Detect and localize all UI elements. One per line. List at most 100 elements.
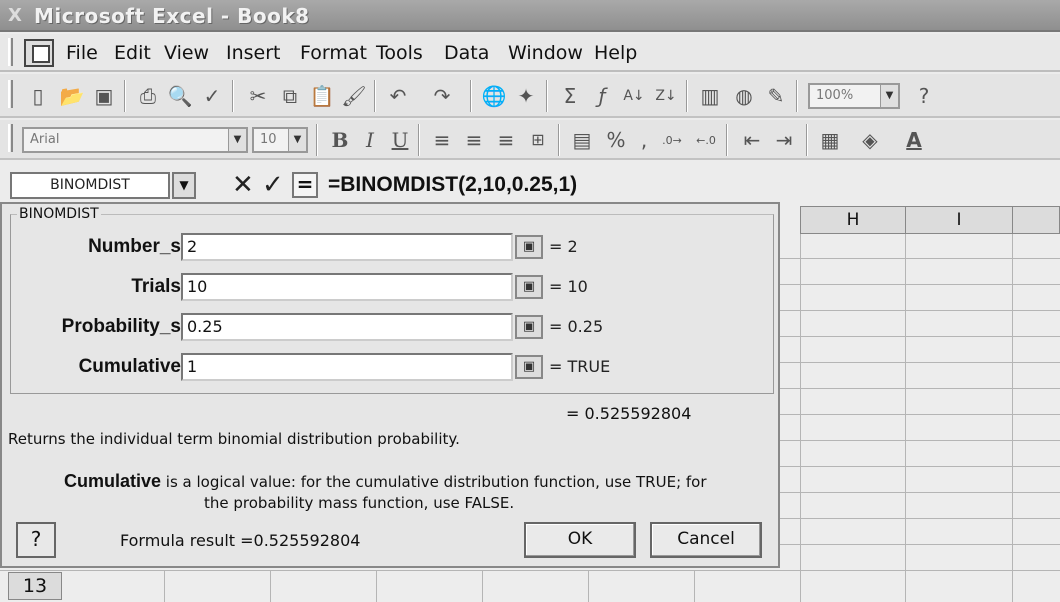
copy-icon[interactable]: ⧉ — [276, 82, 304, 110]
enter-entry-icon[interactable]: ✓ — [262, 170, 284, 200]
menu-format[interactable]: Format — [300, 42, 367, 64]
menu-view[interactable]: View — [164, 42, 209, 64]
underline-icon[interactable]: U — [386, 126, 414, 154]
menu-grip[interactable] — [8, 38, 13, 66]
arg-result-number-s: = 2 — [549, 237, 578, 256]
row-header-13[interactable]: 13 — [8, 572, 62, 600]
menu-window[interactable]: Window — [508, 42, 583, 64]
arg-result-probability-s: = 0.25 — [549, 317, 604, 336]
bold-icon[interactable]: B — [326, 126, 354, 154]
standard-toolbar: ▯ 📂 ▣ ⎙ 🔍 ✓ ✂ ⧉ 📋 🖌 ↶ ↷ 🌐 ✦ Σ ƒ A↓ Z↓ ▥ … — [0, 74, 1060, 118]
new-icon[interactable]: ▯ — [24, 82, 52, 110]
arguments-group: BINOMDIST Number_s 2 ▣ = 2 Trials 10 ▣ =… — [10, 205, 774, 394]
menu-insert[interactable]: Insert — [226, 42, 281, 64]
number-s-input[interactable]: 2 — [181, 233, 513, 261]
currency-icon[interactable]: ▤ — [568, 126, 596, 154]
cancel-button[interactable]: Cancel — [650, 522, 762, 558]
chart-wizard-icon[interactable]: ▥ — [696, 82, 724, 110]
excel-logo-icon: X — [8, 5, 22, 26]
increase-indent-icon[interactable]: ⇥ — [770, 126, 798, 154]
name-box[interactable]: BINOMDIST — [10, 172, 170, 199]
formatting-toolbar: Arial ▼ 10 ▼ B I U ≡ ≡ ≡ ⊞ ▤ % , .0→ ←.0 ⇤… — [0, 120, 1060, 160]
open-icon[interactable]: 📂 — [58, 82, 86, 110]
sort-ascending-icon[interactable]: A↓ — [620, 82, 648, 110]
decrease-decimal-icon[interactable]: ←.0 — [692, 126, 720, 154]
name-box-dropdown-icon[interactable]: ▼ — [172, 172, 196, 199]
cut-icon[interactable]: ✂ — [244, 82, 272, 110]
spelling-icon[interactable]: ✓ — [198, 82, 226, 110]
decrease-indent-icon[interactable]: ⇤ — [738, 126, 766, 154]
column-header-i[interactable]: I — [905, 206, 1013, 234]
workbook-icon[interactable] — [24, 39, 54, 67]
argument-help-name: Cumulative — [64, 471, 162, 491]
cancel-entry-icon[interactable]: ✕ — [232, 170, 254, 200]
function-result: = 0.525592804 — [566, 404, 692, 423]
menu-file[interactable]: File — [66, 42, 98, 64]
paste-function-icon[interactable]: ƒ — [588, 82, 616, 110]
probability-s-input[interactable]: 0.25 — [181, 313, 513, 341]
function-arguments-dialog: BINOMDIST Number_s 2 ▣ = 2 Trials 10 ▣ =… — [0, 202, 780, 568]
percent-style-icon[interactable]: % — [602, 126, 630, 154]
help-button[interactable]: ? — [16, 522, 56, 558]
sort-descending-icon[interactable]: Z↓ — [652, 82, 680, 110]
arg-result-cumulative: = TRUE — [549, 357, 611, 376]
formula-result: Formula result =0.525592804 — [120, 531, 361, 550]
print-icon[interactable]: ⎙ — [134, 82, 162, 110]
map-icon[interactable]: ◍ — [730, 82, 758, 110]
edit-formula-button[interactable]: = — [292, 172, 318, 198]
argument-help-text: is a logical value: for the cumulative d… — [161, 473, 707, 491]
collapse-dialog-icon[interactable]: ▣ — [515, 235, 543, 259]
collapse-dialog-icon[interactable]: ▣ — [515, 275, 543, 299]
formula-input[interactable]: =BINOMDIST(2,10,0.25,1) — [328, 171, 577, 199]
arg-label-cumulative: Cumulative — [78, 356, 181, 377]
office-assistant-icon[interactable]: ? — [910, 82, 938, 110]
paste-icon[interactable]: 📋 — [308, 82, 336, 110]
increase-decimal-icon[interactable]: .0→ — [658, 126, 686, 154]
comma-style-icon[interactable]: , — [630, 126, 658, 154]
autosum-icon[interactable]: Σ — [556, 82, 584, 110]
menu-data[interactable]: Data — [444, 42, 489, 64]
function-description: Returns the individual term binomial dis… — [8, 430, 460, 448]
arg-label-probability-s: Probability_s — [61, 316, 181, 337]
formula-bar: BINOMDIST ▼ ✕ ✓ = =BINOMDIST(2,10,0.25,1… — [0, 168, 1060, 202]
argument-help-line: Cumulative is a logical value: for the c… — [64, 470, 707, 493]
cumulative-input[interactable]: 1 — [181, 353, 513, 381]
collapse-dialog-icon[interactable]: ▣ — [515, 315, 543, 339]
title-bar: X Microsoft Excel - Book8 — [0, 0, 1060, 32]
print-preview-icon[interactable]: 🔍 — [166, 82, 194, 110]
borders-icon[interactable]: ▦ — [816, 126, 844, 154]
argument-help-text-continued: the probability mass function, use FALSE… — [204, 494, 515, 512]
menu-tools[interactable]: Tools — [376, 42, 423, 64]
arg-label-trials: Trials — [131, 276, 181, 297]
drawing-icon[interactable]: ✎ — [762, 82, 790, 110]
italic-icon[interactable]: I — [356, 126, 384, 154]
redo-icon[interactable]: ↷ — [428, 82, 456, 110]
column-header-h[interactable]: H — [800, 206, 906, 234]
zoom-select[interactable]: 100% ▼ — [808, 83, 900, 109]
save-icon[interactable]: ▣ — [90, 82, 118, 110]
ok-button[interactable]: OK — [524, 522, 636, 558]
web-toolbar-icon[interactable]: ✦ — [512, 82, 540, 110]
menu-help[interactable]: Help — [594, 42, 637, 64]
font-size-select[interactable]: 10 ▼ — [252, 127, 308, 153]
toolbar-grip[interactable] — [8, 80, 13, 108]
format-painter-icon[interactable]: 🖌 — [340, 82, 368, 110]
column-header-j[interactable] — [1012, 206, 1060, 234]
fill-color-icon[interactable]: ◈ — [856, 126, 884, 154]
arg-result-trials: = 10 — [549, 277, 588, 296]
collapse-dialog-icon[interactable]: ▣ — [515, 355, 543, 379]
arg-label-number-s: Number_s — [88, 236, 181, 257]
font-color-icon[interactable]: A — [900, 126, 928, 154]
align-center-icon[interactable]: ≡ — [460, 126, 488, 154]
trials-input[interactable]: 10 — [181, 273, 513, 301]
align-left-icon[interactable]: ≡ — [428, 126, 456, 154]
menu-edit[interactable]: Edit — [114, 42, 151, 64]
hyperlink-icon[interactable]: 🌐 — [480, 82, 508, 110]
dialog-title: BINOMDIST — [17, 205, 101, 223]
align-right-icon[interactable]: ≡ — [492, 126, 520, 154]
merge-center-icon[interactable]: ⊞ — [524, 126, 552, 154]
toolbar-grip[interactable] — [8, 124, 13, 152]
menu-bar: File Edit View Insert Format Tools Data … — [0, 34, 1060, 72]
font-name-select[interactable]: Arial ▼ — [22, 127, 248, 153]
undo-icon[interactable]: ↶ — [384, 82, 412, 110]
